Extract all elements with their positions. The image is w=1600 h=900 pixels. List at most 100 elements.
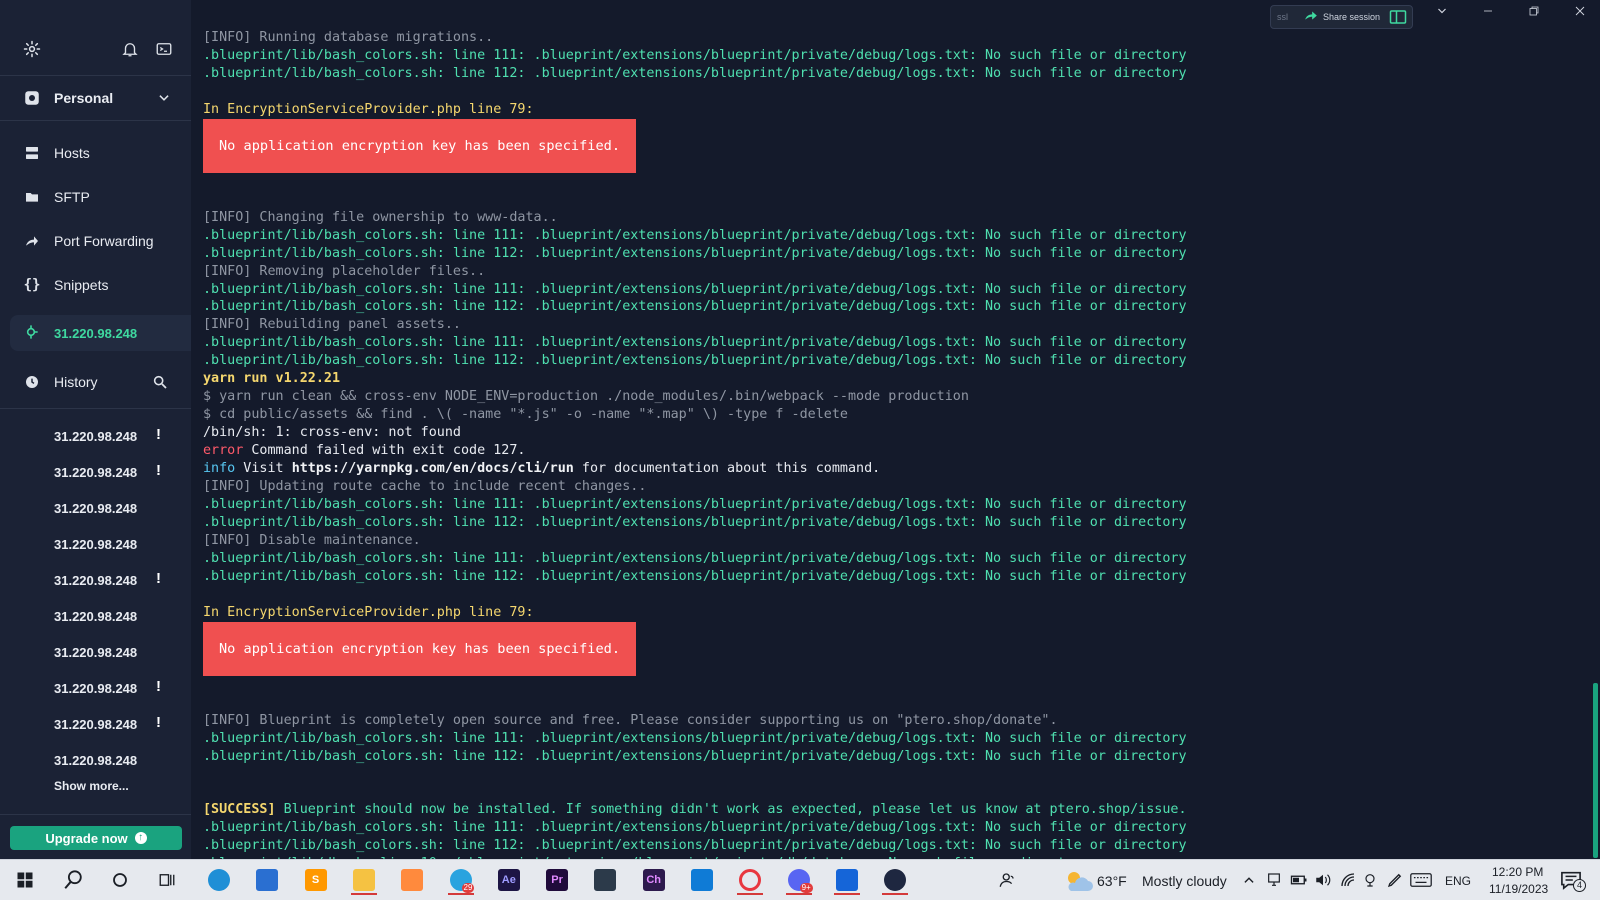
app-glyph [884, 869, 907, 891]
terminal-line: $ yarn run clean && cross-env NODE_ENV=p… [203, 388, 1187, 406]
history-item[interactable]: 31.220.98.248! [0, 418, 191, 454]
windows-start-icon[interactable] [8, 865, 42, 895]
bell-icon[interactable] [121, 40, 139, 58]
terminal-text: .blueprint/lib/bash_colors.sh: line 112:… [203, 245, 1187, 261]
terminal-icon[interactable] [155, 40, 173, 58]
clock-time[interactable]: 12:20 PM [1492, 865, 1543, 879]
weather-desc[interactable]: Mostly cloudy [1142, 873, 1227, 889]
termius-icon[interactable] [878, 865, 912, 895]
show-more-link[interactable]: Show more... [54, 779, 129, 793]
clock-date[interactable]: 11/19/2023 [1489, 882, 1548, 896]
terminal-text: error [203, 443, 244, 459]
app-window: { "sidebar": { "workspace": "Personal", … [0, 0, 1600, 900]
after-effects-icon[interactable]: Ae [492, 865, 526, 895]
history-item[interactable]: 31.220.98.248 [0, 526, 191, 562]
chevron-down-icon[interactable] [1430, 4, 1454, 26]
history-item[interactable]: 31.220.98.248 [0, 490, 191, 526]
terminal-line: [SUCCESS] Blueprint should now be instal… [203, 801, 1187, 819]
vscode-icon[interactable] [685, 865, 719, 895]
telegram-icon[interactable]: 29 [444, 865, 478, 895]
history-item[interactable]: 31.220.98.248 [0, 742, 191, 778]
pen-icon[interactable] [1386, 871, 1404, 894]
active-host-tab[interactable]: 31.220.98.248 [10, 315, 191, 351]
split-view-icon[interactable] [1389, 9, 1407, 30]
device-icon[interactable] [1266, 871, 1282, 894]
app-glyph [352, 869, 375, 891]
terminal-pane[interactable]: [INFO] Running database migrations.. .blu… [191, 0, 1600, 889]
terminal-text: $ yarn run clean && cross-env NODE_ENV=p… [203, 389, 969, 405]
premiere-icon[interactable]: Pr [540, 865, 574, 895]
discord-icon[interactable]: 9+ [782, 865, 816, 895]
warning-icon: ! [156, 678, 161, 695]
keyboard-icon[interactable] [1410, 872, 1432, 893]
chevron-down-icon [157, 91, 171, 110]
sidebar-item-snippets[interactable]: {} Snippets [0, 264, 191, 306]
terminal-text: [SUCCESS] [203, 802, 276, 818]
paint-icon[interactable] [395, 865, 429, 895]
share-prefix: ssl [1277, 12, 1288, 22]
workspace-label: Personal [54, 90, 114, 106]
people-icon[interactable] [990, 865, 1024, 895]
language-indicator[interactable]: ENG [1445, 874, 1471, 888]
notification-icon[interactable]: 4 [1560, 870, 1586, 895]
terminal-line: .blueprint/lib/bash_colors.sh: line 111:… [203, 550, 1187, 568]
warning-icon: ! [156, 570, 161, 587]
edge-icon[interactable] [202, 865, 236, 895]
history-item-label: 31.220.98.248 [54, 501, 138, 516]
history-label: History [54, 374, 98, 390]
sublime-icon[interactable]: S [299, 865, 333, 895]
share-session-button[interactable]: ssl Share session [1270, 5, 1413, 29]
connection-icon [23, 324, 39, 345]
store-icon[interactable] [250, 865, 284, 895]
forward-icon [23, 232, 41, 250]
chevron-up-icon[interactable] [1242, 873, 1256, 892]
sidebar-item-port-forwarding[interactable]: Port Forwarding [0, 220, 191, 262]
battery-icon[interactable] [1290, 872, 1308, 893]
terminal-text: [INFO] Changing file ownership to www-da… [203, 209, 558, 225]
terminal-line: .blueprint/lib/bash_colors.sh: line 111:… [203, 47, 1187, 65]
webcam-icon[interactable] [1362, 871, 1378, 894]
search-icon[interactable] [56, 865, 90, 895]
volume-icon[interactable] [1314, 871, 1332, 894]
terminal-line: .blueprint/lib/bash_colors.sh: line 112:… [203, 352, 1187, 370]
history-item[interactable]: 31.220.98.248! [0, 454, 191, 490]
history-item[interactable]: 31.220.98.248 [0, 598, 191, 634]
running-indicator [350, 893, 377, 895]
task-view-icon[interactable] [150, 865, 184, 895]
opera-icon[interactable] [733, 865, 767, 895]
gear-icon[interactable] [23, 40, 41, 58]
notes-icon[interactable] [830, 865, 864, 895]
terminal-line: .blueprint/lib/bash_colors.sh: line 112:… [203, 568, 1187, 586]
restore-icon[interactable] [1522, 4, 1546, 26]
sidebar-item-hosts[interactable]: Hosts [0, 132, 191, 174]
character-animator-icon[interactable]: Ch [637, 865, 671, 895]
history-item[interactable]: 31.220.98.248! [0, 562, 191, 598]
running-indicator [785, 893, 812, 895]
search-icon[interactable] [152, 374, 168, 395]
history-item[interactable]: 31.220.98.248! [0, 670, 191, 706]
terminal-text: Command failed with exit code 127. [243, 443, 526, 459]
sidebar-item-sftp[interactable]: SFTP [0, 176, 191, 218]
minimize-icon[interactable] [1476, 4, 1500, 26]
terminal-app-icon[interactable] [588, 865, 622, 895]
workspace-selector[interactable]: Personal [0, 77, 191, 119]
notification-count: 4 [1573, 879, 1586, 892]
terminal-text: .blueprint/lib/bash_colors.sh: line 112:… [203, 514, 1187, 530]
wifi-icon[interactable] [1339, 871, 1357, 894]
cortana-icon[interactable] [103, 865, 137, 895]
error-box-text: No application encryption key has been s… [203, 621, 637, 676]
terminal-scrollbar[interactable] [1593, 683, 1598, 858]
history-item-label: 31.220.98.248 [54, 609, 138, 624]
weather-temp[interactable]: 63°F [1097, 873, 1127, 889]
history-item-label: 31.220.98.248 [54, 465, 138, 480]
upgrade-button[interactable]: Upgrade now ↑ [10, 826, 182, 850]
app-glyph [256, 869, 279, 891]
history-item[interactable]: 31.220.98.248! [0, 706, 191, 742]
history-item[interactable]: 31.220.98.248 [0, 634, 191, 670]
explorer-icon[interactable] [347, 865, 381, 895]
close-icon[interactable] [1568, 4, 1592, 26]
app-glyph [739, 869, 762, 891]
weather-cloud-icon[interactable] [1063, 869, 1093, 898]
active-host-label: 31.220.98.248 [54, 326, 138, 341]
terminal-text: for documentation about this command. [573, 461, 881, 477]
